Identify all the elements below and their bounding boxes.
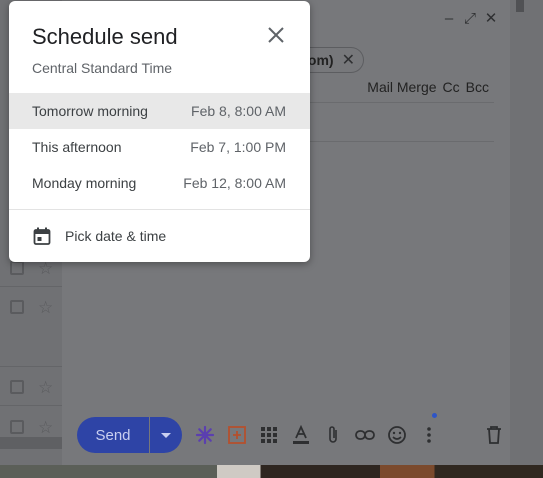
mail-merge-link[interactable]: Mail Merge [367,79,436,95]
timezone-label: Central Standard Time [32,60,173,76]
more-icon[interactable] [418,424,440,446]
checkbox-icon[interactable] [10,420,24,434]
send-options-icon [161,432,171,438]
divider [0,286,62,287]
recipient-chip-text: om) [307,52,334,68]
send-button[interactable]: Send [77,417,149,453]
emoji-icon[interactable] [386,424,408,446]
checkbox-icon[interactable] [10,300,24,314]
vertical-scrollbar[interactable] [510,0,543,465]
minimize-icon[interactable]: – [442,10,456,28]
star-icon[interactable]: ☆ [38,260,53,277]
horizontal-scrollbar[interactable] [0,437,62,449]
checkbox-icon[interactable] [10,261,24,275]
option-time: Feb 12, 8:00 AM [183,175,286,191]
remove-recipient-icon[interactable]: ✕ [342,50,355,70]
checkbox-icon[interactable] [10,380,24,394]
text-format-icon[interactable] [290,424,312,446]
link-icon[interactable] [354,424,376,446]
calendar-icon [33,227,51,245]
recipient-options: Mail Merge Cc Bcc [367,79,489,95]
option-tomorrow-morning[interactable]: Tomorrow morning Feb 8, 8:00 AM [9,93,310,129]
divider [0,366,62,367]
bcc-link[interactable]: Bcc [466,79,489,95]
window-controls: – ⤢ ✕ [442,10,498,28]
star-icon[interactable]: ☆ [38,379,53,396]
list-item[interactable]: ☆ [10,297,56,317]
option-time: Feb 7, 1:00 PM [190,139,286,155]
star-icon[interactable]: ☆ [38,419,53,436]
option-label: Tomorrow morning [32,103,148,119]
divider [9,209,310,210]
option-time: Feb 8, 8:00 AM [191,103,286,119]
scrollbar-thumb[interactable] [516,0,524,12]
add-box-icon[interactable] [226,424,248,446]
close-compose-icon[interactable]: ✕ [484,10,498,28]
grid-icon[interactable] [258,424,280,446]
star-icon[interactable]: ☆ [38,299,53,316]
close-icon[interactable] [265,24,287,46]
option-this-afternoon[interactable]: This afternoon Feb 7, 1:00 PM [9,129,310,165]
list-item[interactable]: ☆ [10,417,56,437]
option-label: Monday morning [32,175,137,191]
list-item[interactable]: ☆ [10,377,56,397]
dialog-title: Schedule send [32,24,178,49]
cc-link[interactable]: Cc [443,79,460,95]
star-burst-icon[interactable] [194,424,216,446]
attach-icon[interactable] [322,424,344,446]
divider [0,405,62,406]
desktop-strip [0,465,543,478]
pick-date-time-option[interactable]: Pick date & time [9,218,310,254]
schedule-send-dialog: Schedule send Central Standard Time Tomo… [9,1,310,262]
compose-toolbar: Send [77,413,501,453]
recipient-chip[interactable]: om) ✕ [302,47,364,73]
notification-dot [432,413,437,418]
pick-date-time-label: Pick date & time [65,228,167,244]
trash-icon[interactable] [483,424,505,446]
send-options-button[interactable] [150,417,182,453]
option-label: This afternoon [32,139,122,155]
option-monday-morning[interactable]: Monday morning Feb 12, 8:00 AM [9,165,310,201]
expand-icon[interactable]: ⤢ [463,10,477,28]
